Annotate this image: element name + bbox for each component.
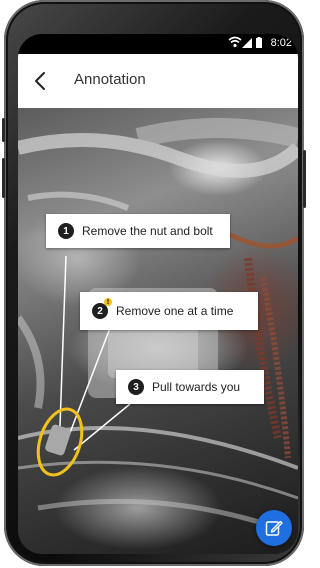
screen: 8:02 Annotation 1 Remove the nut and bol… [18,34,298,554]
annotation-callout-1[interactable]: 1 Remove the nut and bolt [46,214,230,248]
side-button [303,150,306,208]
chevron-left-icon [35,72,45,90]
annotation-text: Pull towards you [152,380,241,394]
battery-icon [256,37,262,48]
annotation-callout-3[interactable]: 3 Pull towards you [116,370,264,404]
annotation-number: 1 [63,225,69,237]
edit-icon [265,520,283,536]
leader-line [59,255,67,427]
edit-button[interactable] [256,510,292,546]
side-button [2,158,5,198]
annotation-number-badge: 1 [58,223,74,239]
annotation-number-badge: 2 ! [92,298,112,319]
back-button[interactable] [26,66,56,96]
annotation-number: 3 [133,381,139,393]
status-bar: 8:02 [18,34,298,54]
status-time: 8:02 [270,37,292,49]
engine-photo: 1 Remove the nut and bolt 2 ! Remove one… [18,108,298,554]
page-title: Annotation [74,71,146,88]
wifi-icon [228,36,242,48]
annotation-callout-2[interactable]: 2 ! Remove one at a time [80,292,258,330]
app-bar: Annotation [18,54,298,109]
annotation-text: Remove one at a time [116,304,234,318]
signal-icon [242,38,252,48]
annotation-text: Remove the nut and bolt [82,224,213,238]
annotation-number: 2 [97,305,103,317]
side-button [2,118,5,142]
photo-texture [18,118,298,531]
annotation-number-badge: 3 [128,379,144,395]
warning-icon: ! [104,298,112,306]
